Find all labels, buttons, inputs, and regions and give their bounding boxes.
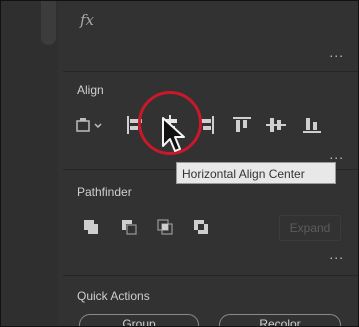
more-options-align-button[interactable]: ...: [329, 147, 344, 161]
intersect-icon[interactable]: [155, 217, 177, 239]
unite-icon[interactable]: [81, 217, 103, 239]
quick-actions-section-title: Quick Actions: [77, 289, 150, 303]
more-options-pathfinder-button[interactable]: ...: [329, 247, 344, 261]
mouse-cursor-icon: [161, 116, 187, 161]
align-section-title: Align: [77, 83, 104, 97]
vertical-align-top-icon[interactable]: [231, 114, 253, 136]
left-gutter: [1, 1, 58, 326]
app-window: fx ... Align ... Pathfinder Expand ... Q…: [0, 0, 359, 327]
group-button[interactable]: Group: [79, 314, 199, 326]
pathfinder-section-title: Pathfinder: [77, 185, 132, 199]
vertical-align-bottom-icon[interactable]: [301, 114, 323, 136]
scrollbar-thumb[interactable]: [41, 1, 56, 45]
exclude-icon[interactable]: [191, 217, 213, 239]
align-to-selection-icon[interactable]: [75, 114, 105, 136]
divider: [63, 275, 358, 276]
more-options-fx-button[interactable]: ...: [329, 45, 344, 59]
divider: [63, 71, 358, 72]
fx-label: fx: [80, 11, 95, 29]
minus-front-icon[interactable]: [119, 217, 141, 239]
expand-button[interactable]: Expand: [279, 215, 341, 241]
recolor-button[interactable]: Recolor: [219, 314, 341, 326]
tooltip: Horizontal Align Center: [176, 162, 336, 184]
vertical-align-center-icon[interactable]: [265, 114, 287, 136]
